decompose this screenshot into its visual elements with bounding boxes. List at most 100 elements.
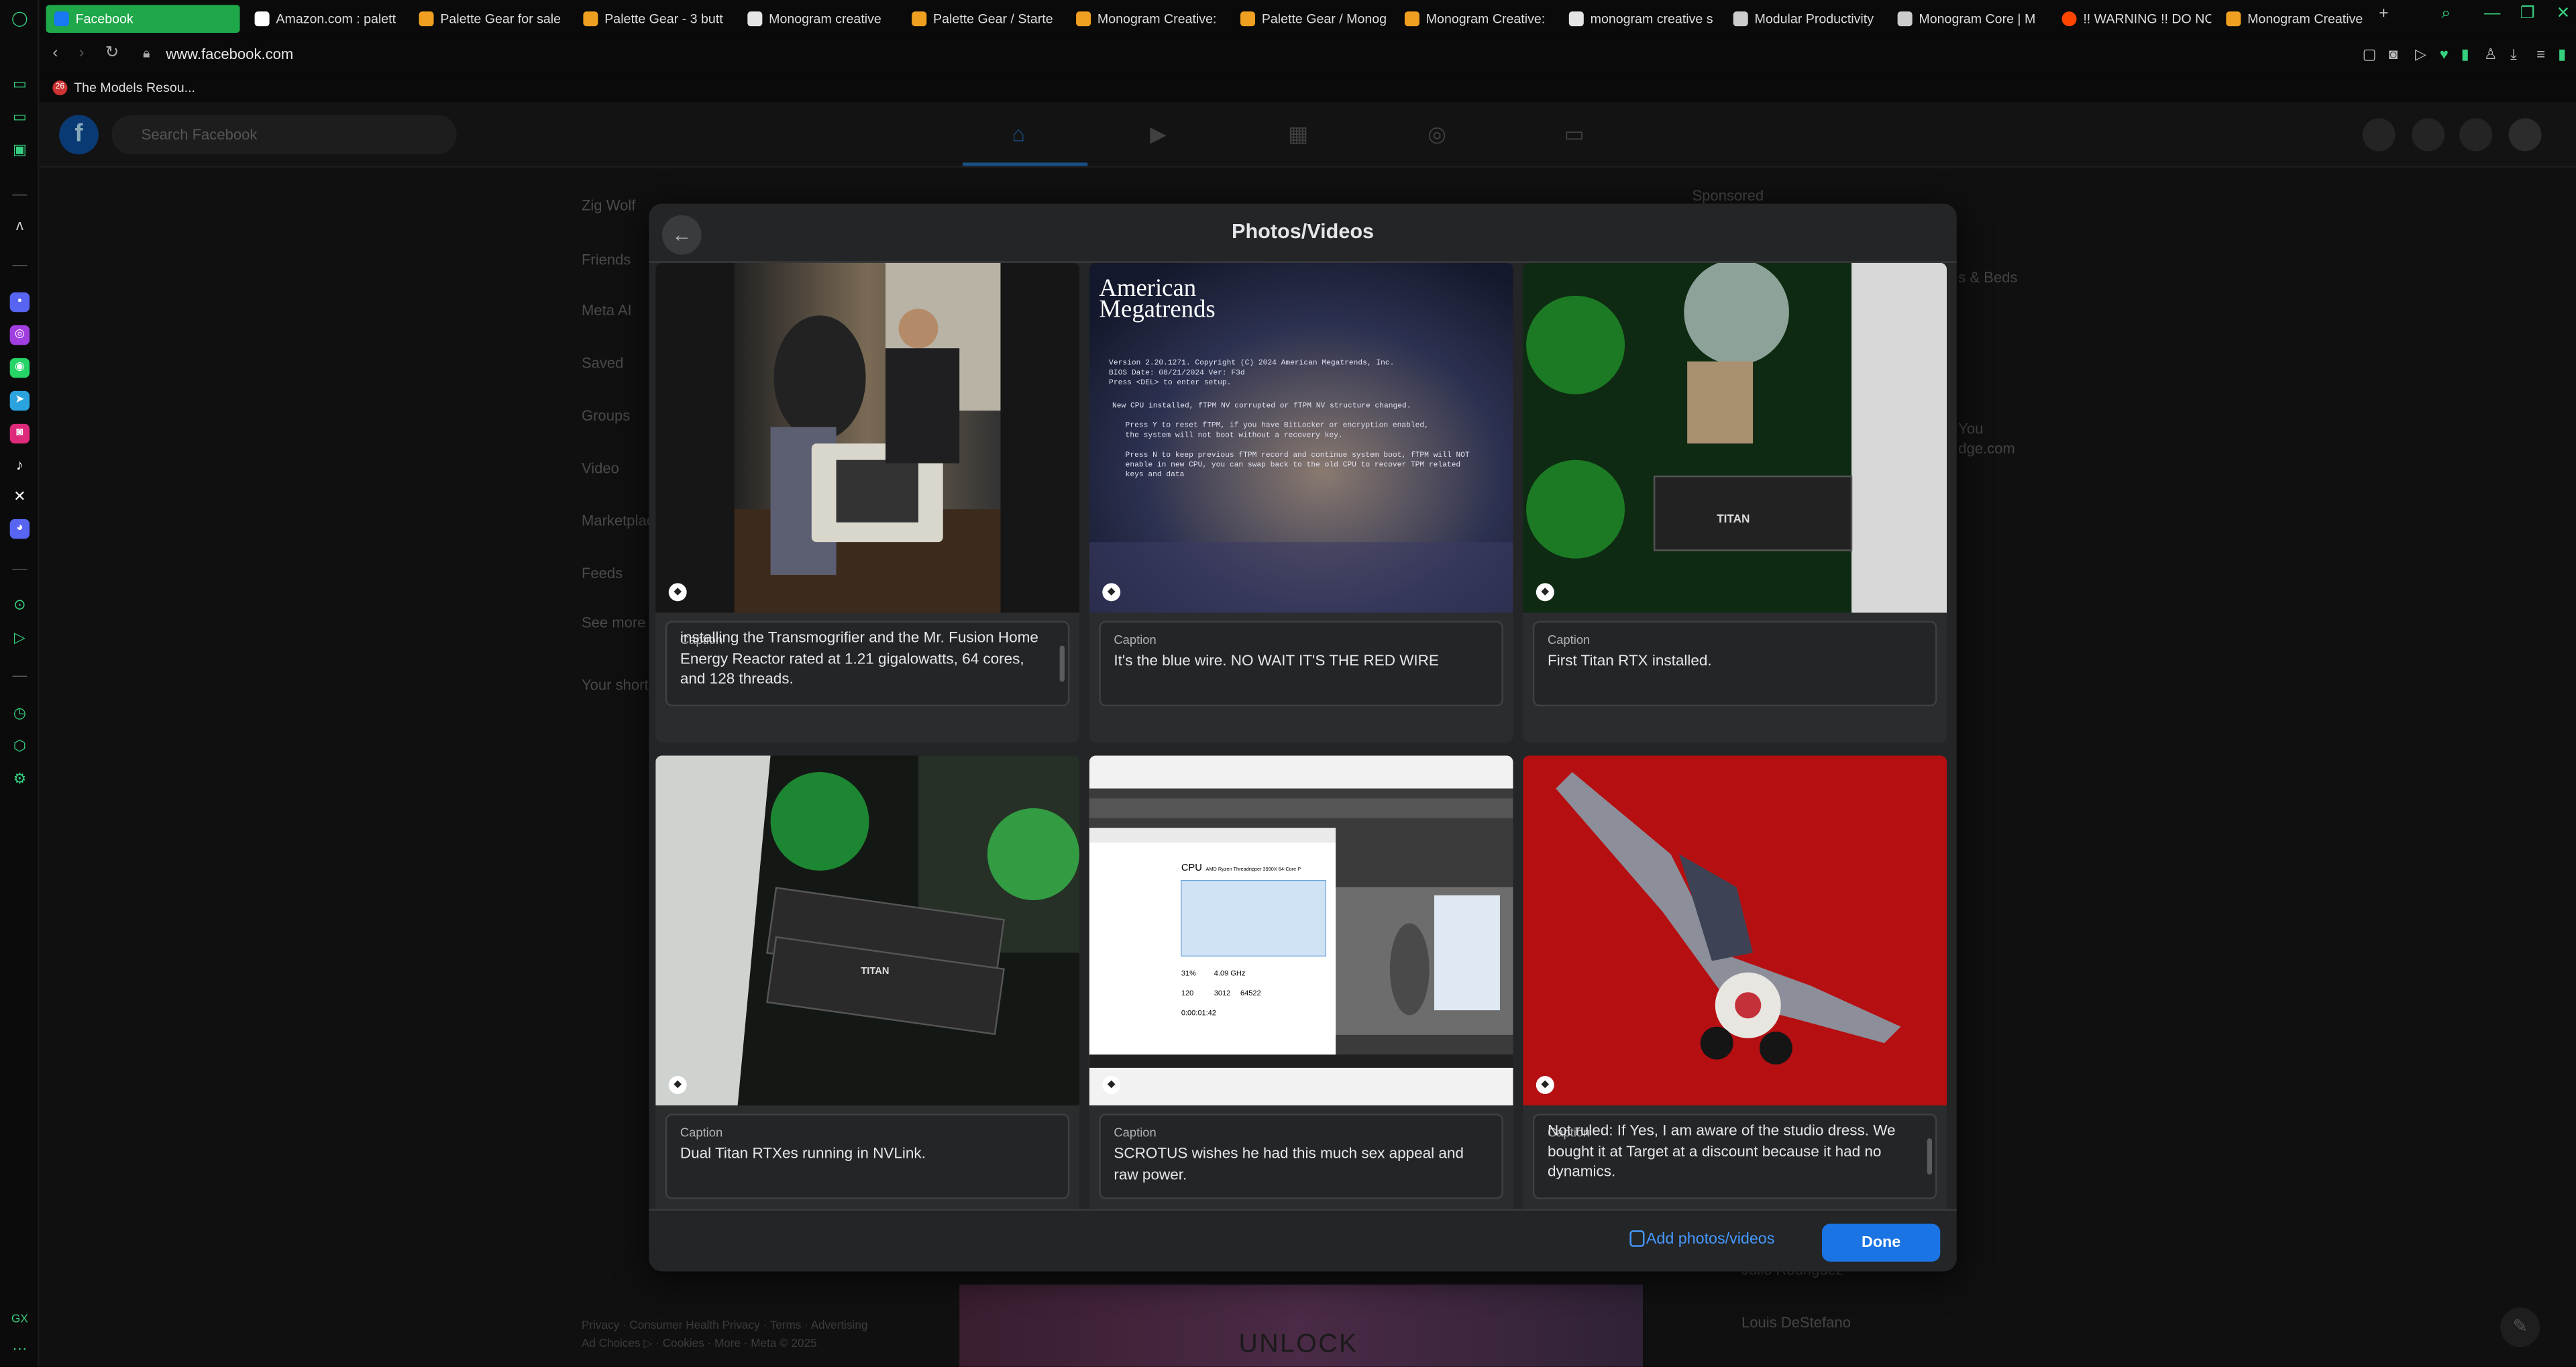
- new-tab-button[interactable]: +: [2379, 5, 2388, 23]
- caption-field[interactable]: Caption SCROTUS wishes he had this much …: [1099, 1113, 1503, 1199]
- gaming-icon[interactable]: ▣: [10, 140, 30, 159]
- opera-logo-icon[interactable]: ◯: [10, 8, 30, 28]
- home-nav-icon[interactable]: ⌂: [1012, 121, 1025, 146]
- download-icon[interactable]: ⤓: [2510, 46, 2517, 64]
- tab-monogram-1[interactable]: Monogram creative: [739, 5, 897, 33]
- contact-item[interactable]: Louis DeStefano: [1741, 1314, 1851, 1330]
- home-icon[interactable]: ▭: [10, 74, 30, 93]
- menu-grid-icon[interactable]: [2362, 118, 2396, 152]
- caption-field[interactable]: Caption First Titan RTX installed.: [1532, 620, 1937, 707]
- photo-titan-installed[interactable]: TITAN ⬥: [1523, 262, 1947, 613]
- tab-monogram-2[interactable]: Monogram Creative:: [1068, 5, 1226, 33]
- telegram-icon[interactable]: ➤: [9, 390, 30, 411]
- close-window-icon[interactable]: ✕: [2557, 5, 2571, 23]
- sidebar-item-meta-ai[interactable]: Meta AI: [582, 303, 632, 319]
- marketplace-nav-icon[interactable]: ▦: [1288, 121, 1308, 148]
- tab-warning[interactable]: !! WARNING !! DO NC: [2053, 5, 2211, 33]
- tag-icon[interactable]: ⬥: [1102, 583, 1121, 602]
- groups-nav-icon[interactable]: ◎: [1428, 121, 1446, 148]
- tag-icon[interactable]: ⬥: [668, 583, 687, 602]
- more-icon[interactable]: ⋯: [10, 1339, 30, 1358]
- caption-field[interactable]: Caption Not ruled: If Yes, I am aware of…: [1532, 1113, 1937, 1199]
- tiktok-icon[interactable]: ♪: [10, 455, 30, 474]
- tab-facebook[interactable]: Facebook: [46, 5, 240, 33]
- messenger-icon[interactable]: ◎: [9, 325, 30, 345]
- reload-icon[interactable]: ↻: [105, 44, 119, 62]
- x-icon[interactable]: ✕: [10, 486, 30, 506]
- done-button[interactable]: Done: [1821, 1223, 1941, 1262]
- sidebar-item-feeds[interactable]: Feeds: [582, 565, 623, 581]
- bookmark-models-resource[interactable]: The Models Resou...: [74, 80, 195, 95]
- tab-monogram-core[interactable]: Monogram Core | M: [1889, 5, 2047, 33]
- render-figure[interactable]: ⬥: [1523, 755, 1947, 1106]
- tab-monogram-3[interactable]: Monogram Creative:: [1397, 5, 1554, 33]
- player-icon[interactable]: ⊙: [10, 595, 30, 614]
- tag-icon[interactable]: ⬥: [1536, 1076, 1554, 1095]
- photo-dual-titan[interactable]: TITAN ⬥: [655, 755, 1079, 1106]
- tab-monogram-4[interactable]: monogram creative s: [1561, 5, 1719, 33]
- add-photo-icon[interactable]: [1629, 1230, 1645, 1247]
- tab-palette-1[interactable]: Palette Gear for sale: [411, 5, 568, 33]
- gx-corner-label[interactable]: GX: [10, 1311, 30, 1330]
- snapshot-icon[interactable]: ▢: [2363, 46, 2377, 64]
- sidebar-toggle-icon[interactable]: ▮: [2558, 46, 2566, 64]
- extensions-icon[interactable]: ⬡: [10, 736, 30, 755]
- settings-icon[interactable]: ⚙: [10, 769, 30, 788]
- tag-icon[interactable]: ⬥: [1102, 1076, 1121, 1095]
- photo-bios-screen[interactable]: American Megatrends Version 2.20.1271. C…: [1089, 262, 1513, 613]
- screenshot-task-manager[interactable]: CPU AMD Ryzen Threadripper 3990X 64-Core…: [1089, 755, 1513, 1106]
- caption-scrollbar[interactable]: [1927, 1138, 1933, 1175]
- avatar[interactable]: [2508, 118, 2542, 152]
- tab-amazon[interactable]: Amazon.com : palett: [246, 5, 404, 33]
- send-icon[interactable]: ▷: [10, 628, 30, 647]
- vpn-icon[interactable]: ▮: [2461, 46, 2469, 64]
- messenger-icon[interactable]: [2412, 118, 2445, 152]
- tag-icon[interactable]: ⬥: [1536, 583, 1554, 602]
- caption-field[interactable]: Caption Dual Titan RTXes running in NVLi…: [665, 1113, 1070, 1199]
- camera-icon[interactable]: ◙: [2389, 46, 2398, 62]
- aria-icon[interactable]: ʌ: [10, 215, 30, 235]
- ad-title[interactable]: s & Beds: [1958, 270, 2017, 286]
- caption-field[interactable]: Caption installing the Transmogrifier an…: [665, 620, 1070, 707]
- instagram-icon[interactable]: ◙: [9, 423, 30, 444]
- maximize-icon[interactable]: ❐: [2520, 5, 2535, 23]
- speed-dial-icon[interactable]: ▭: [10, 107, 30, 126]
- new-message-icon[interactable]: ✎: [2500, 1307, 2540, 1348]
- promo-banner[interactable]: UNLOCK: [959, 1284, 1643, 1367]
- heart-icon[interactable]: ♥: [2440, 46, 2449, 62]
- sidebar-item-profile[interactable]: Zig Wolf: [582, 197, 635, 213]
- sidebar-item-see-more[interactable]: See more: [582, 614, 646, 631]
- app-icon[interactable]: ▪: [9, 292, 30, 313]
- tag-icon[interactable]: ⬥: [668, 1076, 687, 1095]
- facebook-logo-icon[interactable]: f: [59, 115, 99, 155]
- video-nav-icon[interactable]: ▶: [1150, 121, 1166, 148]
- tab-monogram-5[interactable]: Monogram Creative: [2218, 5, 2375, 33]
- notifications-icon[interactable]: [2459, 118, 2493, 152]
- whatsapp-icon[interactable]: ◉: [9, 358, 30, 378]
- footer-links[interactable]: Privacy · Consumer Health Privacy · Term…: [582, 1321, 868, 1332]
- menu-icon[interactable]: ≡: [2536, 46, 2545, 62]
- facebook-search-input[interactable]: Search Facebook: [111, 115, 457, 155]
- sidebar-item-video[interactable]: Video: [582, 460, 619, 476]
- send-icon[interactable]: ▷: [2415, 46, 2426, 64]
- discord-icon[interactable]: ◕: [9, 518, 30, 539]
- sidebar-item-groups[interactable]: Groups: [582, 407, 630, 423]
- profile-icon[interactable]: ♙: [2484, 46, 2498, 64]
- sidebar-item-friends[interactable]: Friends: [582, 252, 631, 268]
- forward-icon[interactable]: ›: [79, 44, 85, 62]
- tab-palette-3[interactable]: Palette Gear / Starte: [904, 5, 1061, 33]
- tab-palette-4[interactable]: Palette Gear / Monog: [1232, 5, 1390, 33]
- tab-modular[interactable]: Modular Productivity: [1725, 5, 1882, 33]
- sidebar-item-saved[interactable]: Saved: [582, 355, 624, 371]
- add-photos-button[interactable]: Add photos/videos: [1646, 1230, 1774, 1248]
- tab-palette-2[interactable]: Palette Gear - 3 butt: [575, 5, 733, 33]
- back-icon[interactable]: ‹: [52, 44, 58, 62]
- search-tabs-icon[interactable]: ⌕: [2441, 5, 2451, 23]
- ad-title[interactable]: You: [1958, 421, 1983, 437]
- minimize-icon[interactable]: —: [2484, 5, 2500, 23]
- caption-field[interactable]: Caption It's the blue wire. NO WAIT IT'S…: [1099, 620, 1503, 707]
- url-field[interactable]: www.facebook.com: [166, 46, 293, 62]
- gaming-nav-icon[interactable]: ▭: [1564, 121, 1584, 148]
- footer-links[interactable]: Ad Choices ▷ · Cookies · More · Meta © 2…: [582, 1337, 817, 1350]
- photo-workbench[interactable]: ⬥: [655, 262, 1079, 613]
